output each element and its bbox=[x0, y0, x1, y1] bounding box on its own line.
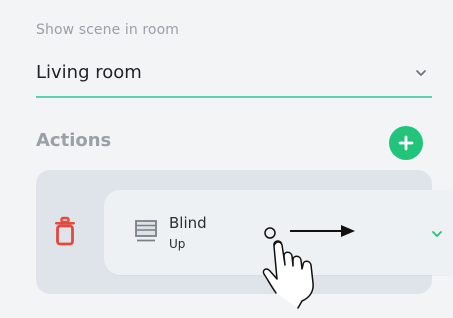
room-select-value: Living room bbox=[36, 62, 142, 83]
blind-icon bbox=[135, 220, 157, 242]
actions-heading: Actions bbox=[36, 130, 112, 151]
scene-settings-panel: Show scene in room Living room Actions B… bbox=[0, 0, 453, 318]
chevron-down-icon[interactable] bbox=[431, 229, 443, 239]
action-device-state: Up bbox=[169, 237, 186, 251]
plus-icon bbox=[398, 135, 414, 151]
chevron-down-icon[interactable] bbox=[414, 66, 428, 80]
action-device-name: Blind bbox=[169, 214, 207, 232]
add-action-button[interactable] bbox=[389, 126, 423, 160]
trash-icon[interactable] bbox=[52, 215, 78, 247]
room-field-label: Show scene in room bbox=[36, 22, 179, 38]
room-select[interactable]: Living room bbox=[36, 58, 432, 98]
hand-gesture-icon bbox=[262, 227, 314, 309]
